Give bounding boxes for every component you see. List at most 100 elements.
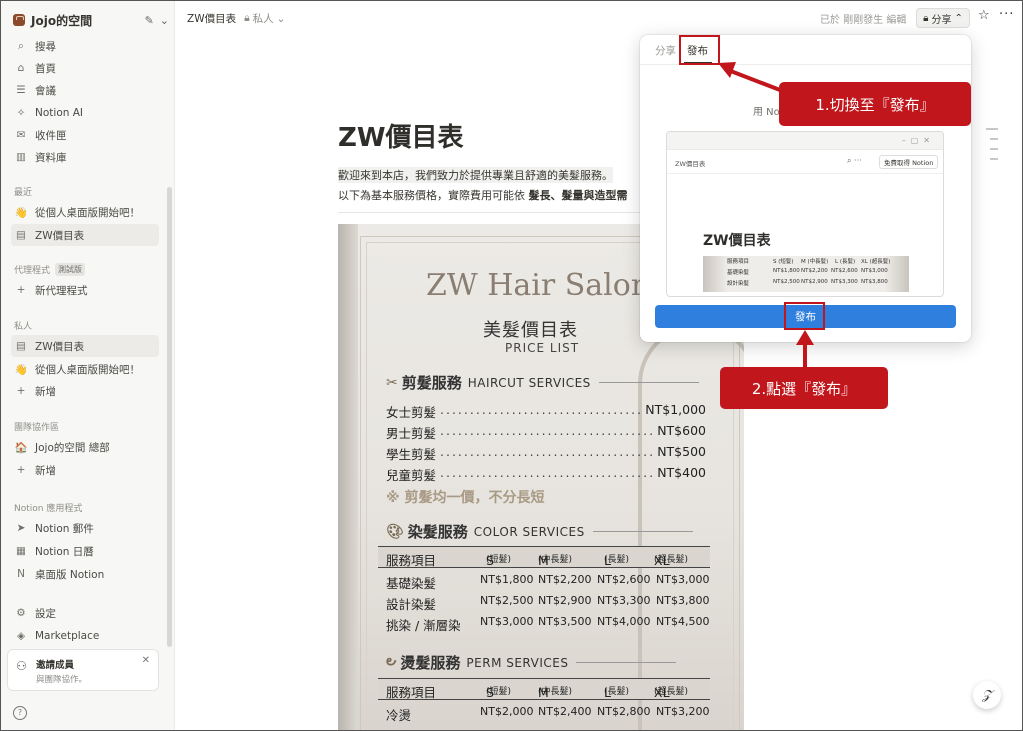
page-icon: ▤ (16, 340, 26, 352)
tab-publish[interactable]: 發布 (687, 43, 708, 58)
page-icon: ▤ (16, 229, 26, 241)
add-user-icon: ⚇ (16, 659, 27, 673)
price-row: 兒童剪髮....................................… (386, 465, 706, 483)
house-icon: 🏠 (14, 441, 28, 454)
palette-icon: 🎨︎ (386, 523, 404, 540)
app-notion-calendar[interactable]: ▦ Notion 日曆 (11, 540, 159, 562)
color-table-header: 服務項目 S (短髮) M (中長髮) L (長髮) XL (超長髮) (378, 546, 710, 568)
wave-emoji-icon: 👋 (14, 363, 28, 376)
library-icon: ▥ (16, 151, 26, 163)
team-add-button[interactable]: + 新增 (11, 459, 159, 481)
team-item-hq[interactable]: 🏠 Jojo的空間 總部 (11, 436, 159, 458)
step-1-callout: 1.切換至『發布』 (779, 82, 971, 126)
tab-share[interactable]: 分享 (655, 43, 676, 58)
team-section-label: 團隊協作區 (14, 423, 60, 433)
invite-title: 邀請成員 (36, 660, 75, 671)
home-icon: ⌂ (17, 62, 25, 74)
marketplace-icon: ◈ (16, 630, 26, 642)
send-icon: ➤ (16, 522, 26, 534)
app-notion-mail[interactable]: ➤ Notion 郵件 (11, 517, 159, 539)
private-add-button[interactable]: + 新增 (11, 380, 159, 402)
nav-library[interactable]: ▥ 資料庫 (11, 146, 159, 168)
publish-button[interactable]: 發布 (655, 305, 956, 328)
workspace-switcher[interactable]: Jojo的空間 ✎ ⌄ (13, 10, 169, 30)
plus-icon: + (16, 464, 26, 476)
agents-section-label: 代理程式 測試版 (14, 263, 86, 276)
notion-logo-icon: N (17, 568, 25, 580)
meeting-icon: ☰ (16, 84, 26, 96)
tab-divider (640, 64, 971, 65)
publish-description: 用 No (753, 107, 780, 118)
new-agent-button[interactable]: + 新代理程式 (11, 279, 159, 301)
private-section-label: 私人 (14, 322, 33, 332)
intro-line-2[interactable]: 以下為基本服務價格，實際費用可能依 髮長、髮量與造型需 (338, 187, 648, 203)
calendar-icon: ▦ (16, 545, 26, 557)
recent-item-getting-started[interactable]: 👋 從個人桌面版開始吧！ (11, 201, 159, 223)
nav-meetings[interactable]: ☰ 會議 (11, 79, 159, 101)
search-icon: ⌕ (18, 39, 24, 52)
preview-get-notion-button: 免費取得 Notion (879, 155, 939, 169)
inbox-icon: ✉ (16, 129, 26, 141)
recent-section-label: 最近 (14, 188, 33, 198)
privacy-indicator[interactable]: 🔒︎ 私人 ⌄ (244, 11, 285, 26)
chevron-up-icon: ⌃ (954, 12, 963, 24)
scissors-icon: ✂ (386, 374, 398, 391)
haircut-section-title: ✂ 剪髮服務 HAIRCUT SERVICES (386, 372, 699, 393)
color-table-row: 設計染髮 NT$2,500 NT$2,900 NT$3,300 NT$3,800 (386, 594, 710, 612)
new-page-icon[interactable]: ✎ (145, 14, 154, 27)
plus-icon: + (16, 385, 26, 397)
close-icon[interactable]: ✕ (142, 655, 150, 666)
recent-item-zw-price[interactable]: ▤ ZW價目表 (11, 224, 159, 246)
plus-icon: + (16, 284, 26, 296)
publish-preview: –▢✕ ZW價目表 ⌕ ··· 免費取得 Notion ZW價目表 服務項目 S… (666, 131, 944, 297)
toc-marker[interactable] (990, 158, 998, 160)
step-2-callout: 2.點選『發布』 (720, 367, 888, 409)
color-table-row: 挑染 / 漸層染 NT$3,000 NT$3,500 NT$4,000 NT$4… (386, 615, 710, 633)
notion-ai-icon: ✧ (16, 107, 26, 119)
toc-marker[interactable] (990, 148, 998, 150)
preview-title: ZW價目表 (703, 233, 771, 249)
price-row: 男士剪髮....................................… (386, 423, 706, 441)
favorite-star-icon[interactable]: ☆ (978, 8, 990, 23)
toc-marker[interactable] (990, 138, 998, 140)
perm-table-header: 服務項目 S (短髮) M (中長髮) L (長髮) XL (超長髮) (378, 678, 710, 700)
nav-inbox[interactable]: ✉ 收件匣 (11, 124, 159, 146)
nav-home[interactable]: ⌂ 首頁 (11, 57, 159, 79)
lock-icon: 🔒︎ (923, 12, 929, 24)
preview-topbar: ZW價目表 ⌕ ··· 免費取得 Notion (667, 150, 943, 174)
help-icon[interactable]: ? (13, 706, 27, 720)
chevron-down-icon[interactable]: ⌄ (160, 14, 169, 27)
marketplace-button[interactable]: ◈ Marketplace (11, 625, 159, 647)
more-options-icon[interactable]: ··· (999, 7, 1014, 22)
invite-subtitle: 與團隊協作。 (36, 675, 88, 685)
app-desktop-notion[interactable]: N 桌面版 Notion (11, 563, 159, 585)
private-item-zw-price[interactable]: ▤ ZW價目表 (11, 335, 159, 357)
preview-search-icon: ⌕ ··· (847, 156, 862, 165)
invite-members-card[interactable]: ⚇ 邀請成員 與團隊協作。 ✕ (7, 649, 159, 691)
settings-button[interactable]: ⚙ 設定 (11, 602, 159, 624)
toc-marker[interactable] (986, 128, 998, 130)
intro-line-1[interactable]: 歡迎來到本店，我們致力於提供專業且舒適的美髮服務。 (338, 167, 613, 183)
apps-section-label: Notion 應用程式 (14, 504, 83, 514)
gear-icon: ⚙ (16, 607, 26, 619)
share-button[interactable]: 🔒︎ 分享 ⌃ (916, 8, 970, 28)
preview-window-controls: –▢✕ (667, 132, 943, 150)
breadcrumb[interactable]: ZW價目表 🔒︎ 私人 ⌄ (187, 11, 285, 26)
page-title[interactable]: ZW價目表 (338, 117, 464, 154)
workspace-icon (13, 14, 25, 26)
sidebar-scrollbar[interactable] (167, 187, 172, 647)
nav-notion-ai[interactable]: ✧ Notion AI (11, 102, 159, 124)
chevron-down-icon: ⌄ (276, 12, 286, 25)
price-row: 學生剪髮....................................… (386, 444, 706, 462)
divider (338, 212, 644, 213)
private-item-getting-started[interactable]: 👋 從個人桌面版開始吧！ (11, 358, 159, 380)
notion-ai-fab[interactable]: 𝒵 (973, 681, 1001, 709)
edited-status: 已於 剛剛發生 編輯 (820, 15, 907, 26)
wave-emoji-icon: 👋 (14, 206, 28, 219)
breadcrumb-page[interactable]: ZW價目表 (187, 11, 236, 26)
swirl-icon: ౿ (386, 653, 397, 669)
price-row: 女士剪髮....................................… (386, 402, 706, 420)
nav-search[interactable]: ⌕ 搜尋 (11, 35, 159, 57)
poster-title: 美髮價目表 (483, 320, 578, 341)
preview-image: 服務項目 S (短髮) M (中長髮) L (長髮) XL (超長髮) 基礎染髮… (703, 256, 909, 292)
